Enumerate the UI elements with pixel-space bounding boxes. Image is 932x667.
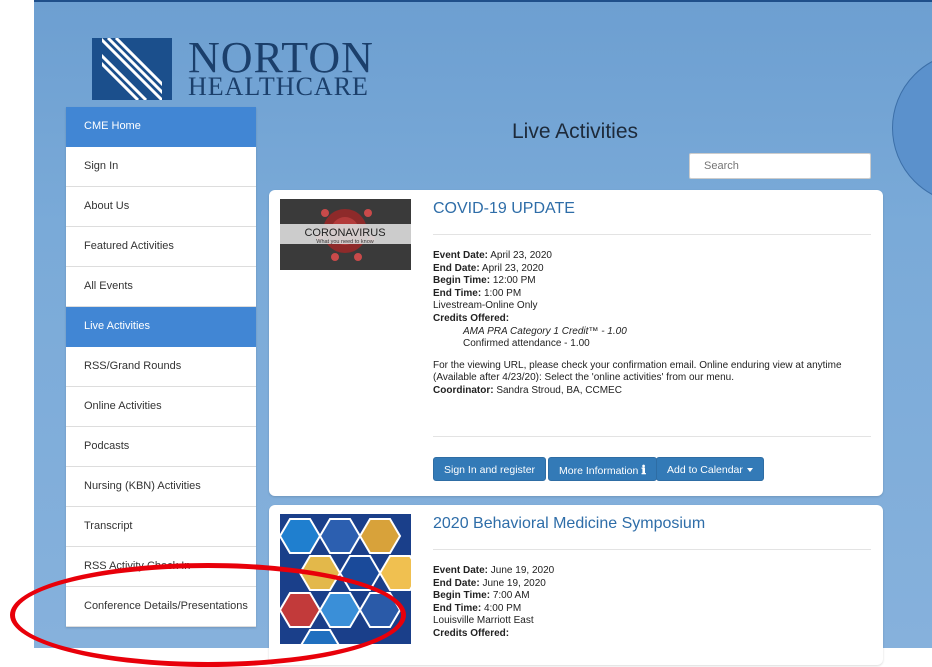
sidebar-nav: CME Home Sign In About Us Featured Activ… bbox=[66, 107, 256, 627]
event-title[interactable]: 2020 Behavioral Medicine Symposium bbox=[433, 515, 705, 533]
begin-time: 12:00 PM bbox=[492, 275, 536, 287]
credit-ama: AMA PRA Category 1 Credit™ - 1.00 bbox=[463, 325, 627, 337]
end-date-label: End Date: bbox=[433, 577, 480, 589]
end-date: April 23, 2020 bbox=[481, 262, 544, 274]
decorative-circle bbox=[892, 52, 932, 204]
event-note: For the viewing URL, please check your c… bbox=[433, 359, 842, 384]
divider bbox=[433, 549, 871, 550]
divider bbox=[433, 234, 871, 235]
brand-subname: HEALTHCARE bbox=[188, 72, 369, 101]
event-details: Event Date: June 19, 2020 End Date: June… bbox=[433, 565, 873, 641]
end-time: 4:00 PM bbox=[483, 602, 522, 614]
end-time: 1:00 PM bbox=[483, 287, 522, 299]
event-date: April 23, 2020 bbox=[490, 250, 552, 261]
sidebar-item-sign-in[interactable]: Sign In bbox=[66, 147, 256, 187]
end-date: June 19, 2020 bbox=[482, 577, 546, 589]
sidebar-item-about-us[interactable]: About Us bbox=[66, 187, 256, 227]
credits-label: Credits Offered: bbox=[433, 627, 510, 639]
search-input[interactable] bbox=[689, 153, 871, 179]
end-time-label: End Time: bbox=[433, 602, 482, 614]
event-date-label: Event Date: bbox=[433, 565, 489, 576]
info-icon: ℹ bbox=[641, 463, 646, 477]
divider bbox=[433, 436, 871, 437]
sidebar-item-all-events[interactable]: All Events bbox=[66, 267, 256, 307]
thumb-subtitle: What you need to know bbox=[316, 239, 374, 245]
sidebar-item-online-activities[interactable]: Online Activities bbox=[66, 387, 256, 427]
coordinator-name: Sandra Stroud, BA, CCMEC bbox=[496, 384, 622, 396]
begin-time-label: Begin Time: bbox=[433, 275, 491, 287]
caret-down-icon bbox=[746, 468, 753, 473]
event-card: 2020 Behavioral Medicine Symposium Event… bbox=[269, 505, 883, 665]
event-date: June 19, 2020 bbox=[490, 565, 555, 576]
sidebar-item-podcasts[interactable]: Podcasts bbox=[66, 427, 256, 467]
credit-attendance: Confirmed attendance - 1.00 bbox=[463, 338, 590, 350]
thumb-title: CORONAVIRUS bbox=[304, 227, 385, 239]
coordinator-label: Coordinator: bbox=[433, 384, 494, 396]
add-to-calendar-label: Add to Calendar bbox=[667, 464, 743, 476]
begin-time: 7:00 AM bbox=[492, 590, 530, 602]
event-location: Louisville Marriott East bbox=[433, 615, 534, 627]
sidebar-item-cme-home[interactable]: CME Home bbox=[66, 107, 256, 147]
sidebar-item-featured-activities[interactable]: Featured Activities bbox=[66, 227, 256, 267]
sidebar-item-conference-details[interactable]: Conference Details/Presentations bbox=[66, 587, 256, 627]
event-card: CORONAVIRUS What you need to know COVID-… bbox=[269, 190, 883, 496]
logo-mark-icon bbox=[92, 38, 172, 100]
event-location: Livestream-Online Only bbox=[433, 300, 538, 312]
sidebar-item-live-activities[interactable]: Live Activities bbox=[66, 307, 256, 347]
add-to-calendar-button[interactable]: Add to Calendar bbox=[656, 457, 764, 481]
norton-healthcare-logo[interactable]: NORTON HEALTHCARE bbox=[92, 36, 373, 100]
begin-time-label: Begin Time: bbox=[433, 590, 491, 602]
sidebar-item-nursing-activities[interactable]: Nursing (KBN) Activities bbox=[66, 467, 256, 507]
page-title: Live Activities bbox=[511, 120, 639, 143]
event-date-label: Event Date: bbox=[433, 250, 489, 261]
event-details: Event Date: April 23, 2020 End Date: Apr… bbox=[433, 250, 873, 398]
sidebar-item-rss-activity-check-in[interactable]: RSS Activity Check In bbox=[66, 547, 256, 587]
sidebar-item-rss-grand-rounds[interactable]: RSS/Grand Rounds bbox=[66, 347, 256, 387]
end-time-label: End Time: bbox=[433, 287, 482, 299]
credits-label: Credits Offered: bbox=[433, 312, 510, 324]
coronavirus-thumbnail[interactable]: CORONAVIRUS What you need to know bbox=[280, 199, 411, 270]
sidebar-item-transcript[interactable]: Transcript bbox=[66, 507, 256, 547]
more-information-label: More Information bbox=[559, 465, 639, 477]
sign-in-register-button[interactable]: Sign In and register bbox=[433, 457, 547, 481]
behavioral-medicine-thumbnail[interactable] bbox=[280, 514, 411, 644]
end-date-label: End Date: bbox=[433, 262, 480, 274]
event-title[interactable]: COVID-19 UPDATE bbox=[433, 200, 575, 218]
more-information-button[interactable]: More Information ℹ bbox=[548, 457, 657, 481]
